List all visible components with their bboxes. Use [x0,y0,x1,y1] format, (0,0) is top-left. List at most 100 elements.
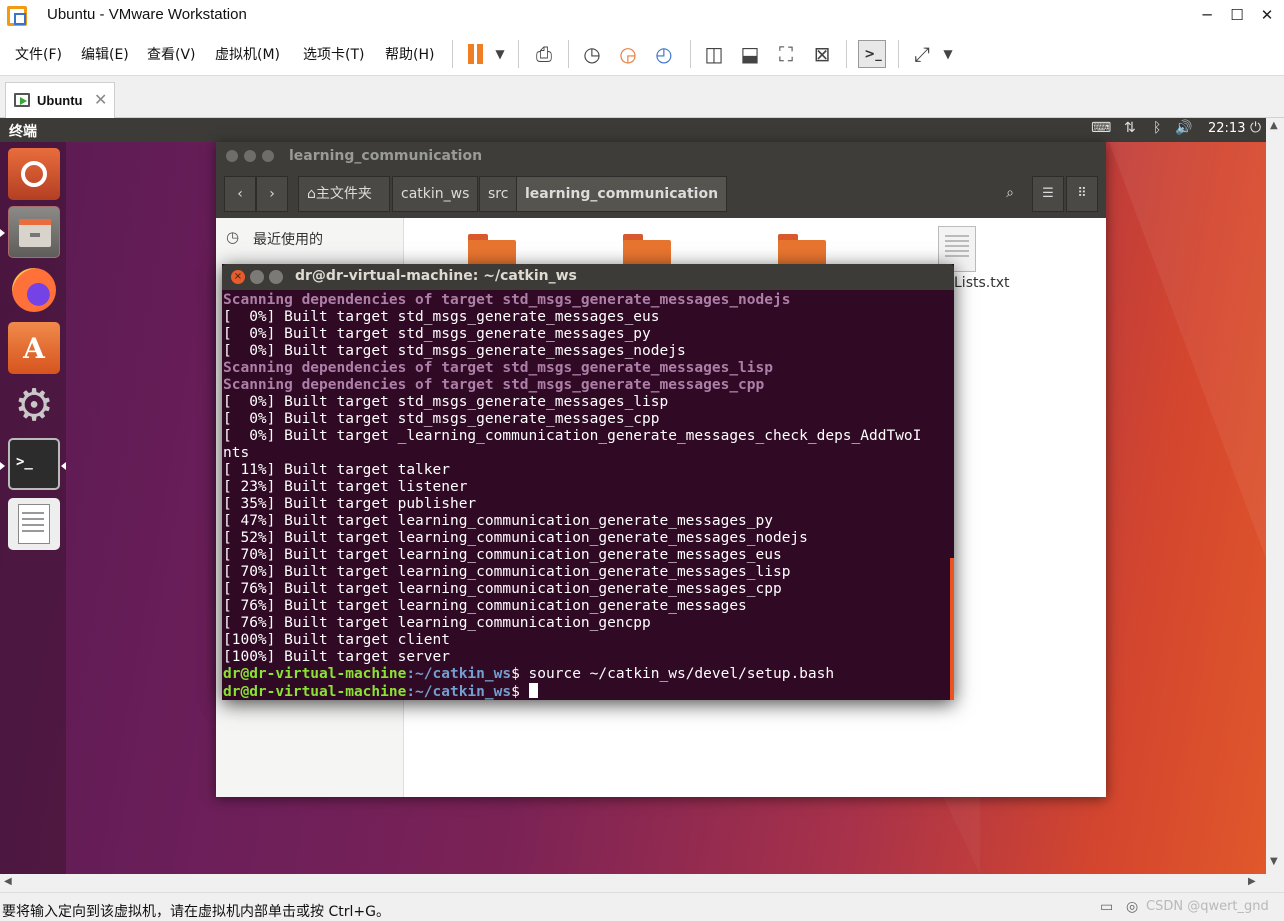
full-screen-icon[interactable]: ⛶ [772,40,800,68]
search-icon[interactable]: ⌕ [992,176,1028,212]
terminal-window[interactable]: × dr@dr-virtual-machine: ~/catkin_ws Sca… [222,264,954,700]
prompt-symbol: $ [511,666,520,682]
grid-view-icon[interactable]: ⠿ [1066,176,1098,212]
terminal-line: [ 52%] Built target learning_communicati… [223,530,808,546]
ubuntu-launcher: A ⚙ >_ [0,142,66,874]
software-center-icon[interactable]: A [8,322,60,374]
network-icon[interactable]: ⇅ [1124,120,1136,136]
prompt-symbol: $ [511,684,520,700]
breadcrumb-catkin-ws[interactable]: catkin_ws [392,176,479,212]
clock[interactable]: 22:13 [1208,121,1245,136]
recent-icon: ◷ [226,228,240,246]
menu-view[interactable]: 查看(V) [147,44,196,64]
terminal-line: [ 70%] Built target learning_communicati… [223,564,791,580]
horizontal-scrollbar[interactable]: ◀ ▶ [0,874,1266,892]
terminal-line: [ 0%] Built target std_msgs_generate_mes… [223,309,660,325]
terminal-line: [ 76%] Built target learning_communicati… [223,615,651,631]
power-icon[interactable]: ⏻ [1250,120,1261,136]
breadcrumb-home[interactable]: ⌂主文件夹 [298,176,390,212]
tab-close-icon[interactable]: ✕ [94,90,107,109]
file-manager-icon[interactable] [8,206,60,258]
prompt-user: dr@dr-virtual-machine [223,666,407,682]
toolbar-separator [568,40,569,68]
ubuntu-top-panel: 终端 ⌨ ⇅ ᛒ 🔊 22:13 ⏻ [0,118,1266,142]
close-button[interactable]: ✕ [1256,4,1278,26]
snapshot-manager-icon[interactable]: ◴ [650,40,678,68]
terminal-title: dr@dr-virtual-machine: ~/catkin_ws [295,268,577,284]
snapshot-icon[interactable]: ◷ [578,40,606,68]
maximize-icon[interactable] [269,270,283,284]
close-icon[interactable] [226,150,238,162]
terminal-line: [ 0%] Built target std_msgs_generate_mes… [223,394,669,410]
toolbar-separator [452,40,453,68]
breadcrumb-learning-communication[interactable]: learning_communication [516,176,728,212]
pause-dropdown-icon[interactable]: ▼ [486,40,514,68]
terminal-line: [ 47%] Built target learning_communicati… [223,513,773,529]
close-icon[interactable]: × [231,270,245,284]
ubuntu-icon[interactable] [8,148,60,200]
vm-screen[interactable]: 终端 ⌨ ⇅ ᛒ 🔊 22:13 ⏻ A ⚙ >_ learning_commu… [0,118,1266,874]
scroll-down-icon[interactable]: ▼ [1270,856,1278,867]
show-library-icon[interactable]: ◫ [700,40,728,68]
terminal-line: Scanning dependencies of target std_msgs… [223,377,765,393]
terminal-line: Scanning dependencies of target std_msgs… [223,292,791,308]
hdd-icon[interactable]: ▭ [1100,899,1113,915]
vertical-scrollbar[interactable]: ▲ ▼ [1266,118,1284,874]
maximize-button[interactable]: ☐ [1226,4,1248,26]
command-text [520,684,529,700]
console-view-icon[interactable]: >_ [858,40,886,68]
menu-help[interactable]: 帮助(H) [385,44,434,64]
terminal-line: [100%] Built target client [223,632,450,648]
thumbnail-icon[interactable]: ⬓ [736,40,764,68]
terminal-output[interactable]: Scanning dependencies of target std_msgs… [223,292,953,700]
keyboard-icon[interactable]: ⌨ [1091,120,1111,136]
forward-button[interactable]: › [256,176,288,212]
terminal-icon[interactable]: >_ [8,438,60,490]
prompt-path: :~/catkin_ws [406,684,512,700]
scroll-up-icon[interactable]: ▲ [1270,120,1278,131]
wallpaper-ray [1100,118,1266,558]
tab-ubuntu[interactable]: Ubuntu ✕ [5,82,115,118]
revert-snapshot-icon[interactable]: ◶ [614,40,642,68]
firefox-icon[interactable] [8,264,60,316]
terminal-line: [ 0%] Built target std_msgs_generate_mes… [223,326,651,342]
menu-file[interactable]: 文件(F) [15,44,62,64]
list-view-icon[interactable]: ☰ [1032,176,1064,212]
menu-tabs[interactable]: 选项卡(T) [303,44,364,64]
send-ctrl-alt-del-icon[interactable]: ⎙ [530,40,558,68]
running-indicator-icon [0,229,5,237]
back-button[interactable]: ‹ [224,176,256,212]
sidebar-item-recent[interactable]: 最近使用的 [253,229,323,249]
prompt-line: dr@dr-virtual-machine:~/catkin_ws$ sourc… [223,666,953,683]
bluetooth-icon[interactable]: ᛒ [1153,120,1161,136]
scroll-right-icon[interactable]: ▶ [1248,876,1256,887]
terminal-line: [ 0%] Built target std_msgs_generate_mes… [223,411,660,427]
focused-indicator-icon [61,462,66,470]
breadcrumb-src[interactable]: src [479,176,518,212]
menu-edit[interactable]: 编辑(E) [81,44,129,64]
unity-icon[interactable]: ⊠ [808,40,836,68]
volume-icon[interactable]: 🔊 [1175,120,1192,136]
minimize-icon[interactable] [250,270,264,284]
status-message: 要将输入定向到该虚拟机，请在虚拟机内部单击或按 Ctrl+G。 [2,904,390,920]
text-editor-icon[interactable] [8,498,60,550]
system-settings-icon[interactable]: ⚙ [8,380,60,432]
terminal-line: Scanning dependencies of target std_msgs… [223,360,773,376]
maximize-icon[interactable] [262,150,274,162]
scroll-left-icon[interactable]: ◀ [4,876,12,887]
stretch-dropdown-icon[interactable]: ▼ [934,40,962,68]
terminal-line: [ 11%] Built target talker [223,462,450,478]
minimize-button[interactable]: ─ [1196,4,1218,26]
terminal-line: [ 0%] Built target _learning_communicati… [223,428,922,444]
menu-vm[interactable]: 虚拟机(M) [215,44,280,64]
tab-label: Ubuntu [37,93,83,108]
active-app-name: 终端 [9,124,37,140]
file-label: Lists.txt [954,275,1010,291]
stretch-icon[interactable]: ⤢ [908,40,936,68]
terminal-line: [ 23%] Built target listener [223,479,468,495]
cd-icon[interactable]: ◎ [1126,899,1138,915]
home-icon: ⌂ [307,186,316,202]
minimize-icon[interactable] [244,150,256,162]
toolbar-separator [846,40,847,68]
terminal-line: [ 76%] Built target learning_communicati… [223,581,782,597]
